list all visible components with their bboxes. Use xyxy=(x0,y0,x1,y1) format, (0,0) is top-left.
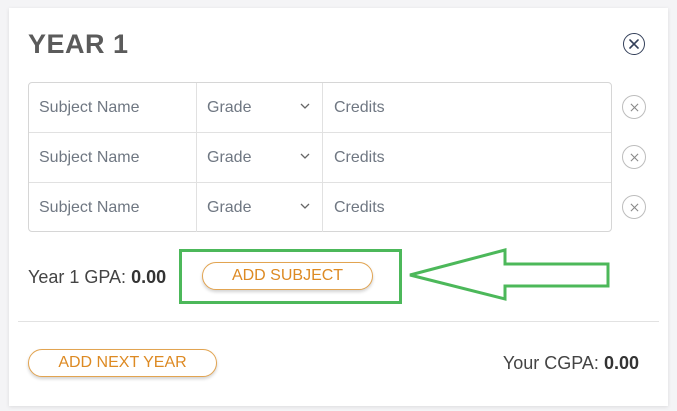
grade-select-value: Grade xyxy=(207,198,252,216)
chevron-down-icon xyxy=(300,103,310,109)
grade-select[interactable]: Grade xyxy=(197,183,323,232)
subject-name-input[interactable]: Subject Name xyxy=(29,133,197,182)
year-gpa: Year 1 GPA: 0.00 xyxy=(28,267,166,288)
grade-select-value: Grade xyxy=(207,148,252,166)
year-gpa-value: 0.00 xyxy=(131,267,167,287)
credits-input[interactable]: Credits xyxy=(323,183,611,232)
credits-input[interactable]: Credits xyxy=(323,83,611,132)
remove-subject-button[interactable] xyxy=(622,145,646,169)
subject-row: Subject Name Grade Credits xyxy=(29,83,611,133)
remove-subject-button[interactable] xyxy=(622,95,646,119)
close-icon xyxy=(629,39,639,49)
subjects-table: Subject Name Grade Credits Subject Name … xyxy=(28,82,612,232)
year-card: YEAR 1 Subject Name Grade Credits Subjec… xyxy=(9,8,668,406)
credits-input[interactable]: Credits xyxy=(323,133,611,182)
grade-select[interactable]: Grade xyxy=(197,83,323,132)
remove-year-button[interactable] xyxy=(623,33,645,55)
grade-select[interactable]: Grade xyxy=(197,133,323,182)
close-icon xyxy=(630,103,638,111)
grade-select-value: Grade xyxy=(207,98,252,116)
subject-name-input[interactable]: Subject Name xyxy=(29,183,197,232)
subject-name-input[interactable]: Subject Name xyxy=(29,83,197,132)
divider xyxy=(18,321,659,322)
add-subject-button[interactable]: ADD SUBJECT xyxy=(202,262,373,290)
chevron-down-icon xyxy=(300,203,310,209)
year-gpa-label: Year 1 GPA: xyxy=(28,267,127,287)
year-title: YEAR 1 xyxy=(28,29,129,59)
remove-subject-button[interactable] xyxy=(622,195,646,219)
subject-row: Subject Name Grade Credits xyxy=(29,182,611,232)
cgpa-label: Your CGPA: xyxy=(502,353,599,373)
close-icon xyxy=(630,153,638,161)
close-icon xyxy=(630,203,638,211)
add-next-year-button[interactable]: ADD NEXT YEAR xyxy=(28,349,217,377)
chevron-down-icon xyxy=(300,153,310,159)
cgpa: Your CGPA: 0.00 xyxy=(503,353,639,374)
cgpa-value: 0.00 xyxy=(603,353,639,373)
subject-row: Subject Name Grade Credits xyxy=(29,132,611,182)
